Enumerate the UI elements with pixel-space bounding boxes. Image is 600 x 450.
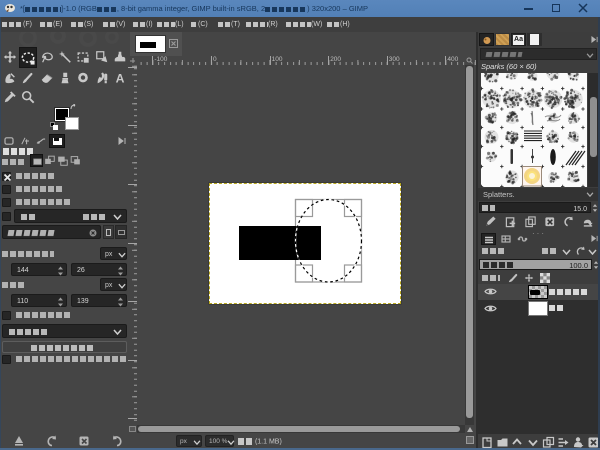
svg-text:A: A — [115, 71, 124, 85]
